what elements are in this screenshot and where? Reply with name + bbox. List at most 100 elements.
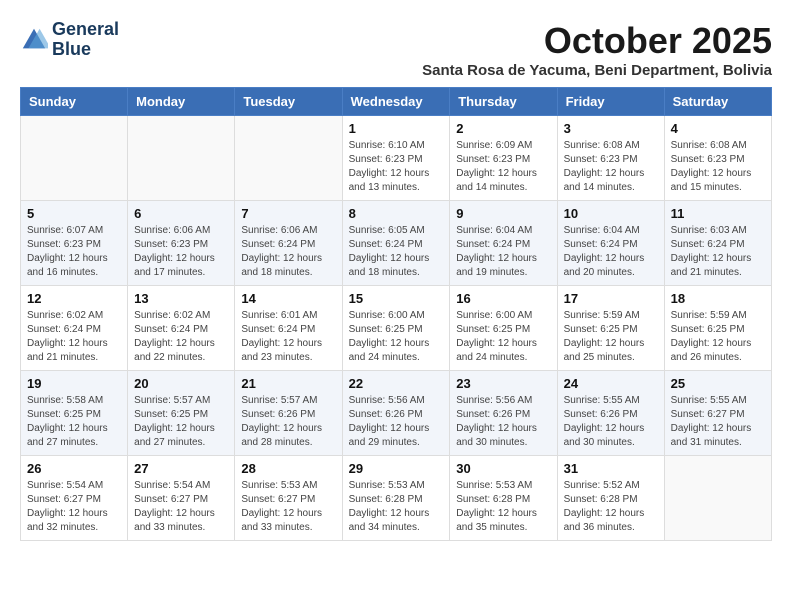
day-info: Sunrise: 6:08 AM Sunset: 6:23 PM Dayligh…: [671, 139, 765, 195]
day-info: Sunrise: 5:58 AM Sunset: 6:25 PM Dayligh…: [27, 394, 121, 450]
day-number: 7: [241, 206, 335, 221]
logo-line2: Blue: [52, 40, 119, 60]
day-number: 16: [456, 291, 550, 306]
calendar-table: SundayMondayTuesdayWednesdayThursdayFrid…: [20, 87, 772, 541]
calendar-cell: 17 Sunrise: 5:59 AM Sunset: 6:25 PM Dayli…: [557, 286, 664, 371]
day-info: Sunrise: 5:56 AM Sunset: 6:26 PM Dayligh…: [349, 394, 444, 450]
logo-line1: General: [52, 20, 119, 40]
calendar-cell: [128, 116, 235, 201]
day-number: 27: [134, 461, 228, 476]
day-info: Sunrise: 6:10 AM Sunset: 6:23 PM Dayligh…: [349, 139, 444, 195]
day-info: Sunrise: 5:53 AM Sunset: 6:28 PM Dayligh…: [349, 479, 444, 535]
day-number: 6: [134, 206, 228, 221]
day-number: 8: [349, 206, 444, 221]
day-info: Sunrise: 6:03 AM Sunset: 6:24 PM Dayligh…: [671, 224, 765, 280]
title-block: October 2025 Santa Rosa de Yacuma, Beni …: [422, 20, 772, 79]
calendar-cell: 26Sunrise: 5:54 AM Sunset: 6:27 PM Dayli…: [21, 456, 128, 541]
day-info: Sunrise: 6:07 AM Sunset: 6:23 PM Dayligh…: [27, 224, 121, 280]
page-header: General Blue October 2025 Santa Rosa de …: [20, 20, 772, 79]
day-number: 30: [456, 461, 550, 476]
day-number: 26: [27, 461, 121, 476]
day-number: 3: [564, 121, 658, 136]
calendar-cell: 29 Sunrise: 5:53 AM Sunset: 6:28 PM Dayli…: [342, 456, 450, 541]
calendar-cell: 24 Sunrise: 5:55 AM Sunset: 6:26 PM Dayli…: [557, 371, 664, 456]
day-info: Sunrise: 5:55 AM Sunset: 6:26 PM Dayligh…: [564, 394, 658, 450]
day-number: 23: [456, 376, 550, 391]
day-number: 19: [27, 376, 121, 391]
day-info: Sunrise: 6:08 AM Sunset: 6:23 PM Dayligh…: [564, 139, 658, 195]
day-info: Sunrise: 6:01 AM Sunset: 6:24 PM Dayligh…: [241, 309, 335, 365]
weekday-header: Monday: [128, 88, 235, 116]
weekday-header: Thursday: [450, 88, 557, 116]
calendar-cell: 20Sunrise: 5:57 AM Sunset: 6:25 PM Dayli…: [128, 371, 235, 456]
weekday-header: Friday: [557, 88, 664, 116]
day-number: 9: [456, 206, 550, 221]
day-number: 1: [349, 121, 444, 136]
day-number: 14: [241, 291, 335, 306]
calendar-week-row: 19 Sunrise: 5:58 AM Sunset: 6:25 PM Dayli…: [21, 371, 772, 456]
calendar-week-row: 1 Sunrise: 6:10 AM Sunset: 6:23 PM Daylig…: [21, 116, 772, 201]
calendar-cell: 18 Sunrise: 5:59 AM Sunset: 6:25 PM Dayli…: [664, 286, 771, 371]
day-number: 5: [27, 206, 121, 221]
day-number: 15: [349, 291, 444, 306]
day-number: 25: [671, 376, 765, 391]
calendar-cell: 2Sunrise: 6:09 AM Sunset: 6:23 PM Daylig…: [450, 116, 557, 201]
day-number: 22: [349, 376, 444, 391]
calendar-cell: 16 Sunrise: 6:00 AM Sunset: 6:25 PM Dayli…: [450, 286, 557, 371]
day-number: 18: [671, 291, 765, 306]
calendar-cell: [664, 456, 771, 541]
day-info: Sunrise: 6:06 AM Sunset: 6:24 PM Dayligh…: [241, 224, 335, 280]
day-info: Sunrise: 5:59 AM Sunset: 6:25 PM Dayligh…: [671, 309, 765, 365]
day-number: 24: [564, 376, 658, 391]
calendar-cell: 1 Sunrise: 6:10 AM Sunset: 6:23 PM Daylig…: [342, 116, 450, 201]
day-info: Sunrise: 5:57 AM Sunset: 6:26 PM Dayligh…: [241, 394, 335, 450]
weekday-header: Wednesday: [342, 88, 450, 116]
calendar-cell: 5 Sunrise: 6:07 AM Sunset: 6:23 PM Daylig…: [21, 201, 128, 286]
day-info: Sunrise: 6:04 AM Sunset: 6:24 PM Dayligh…: [564, 224, 658, 280]
day-info: Sunrise: 5:53 AM Sunset: 6:27 PM Dayligh…: [241, 479, 335, 535]
day-info: Sunrise: 6:06 AM Sunset: 6:23 PM Dayligh…: [134, 224, 228, 280]
location-subtitle: Santa Rosa de Yacuma, Beni Department, B…: [422, 62, 772, 79]
calendar-cell: 30 Sunrise: 5:53 AM Sunset: 6:28 PM Dayli…: [450, 456, 557, 541]
day-info: Sunrise: 6:02 AM Sunset: 6:24 PM Dayligh…: [27, 309, 121, 365]
calendar-cell: 6 Sunrise: 6:06 AM Sunset: 6:23 PM Daylig…: [128, 201, 235, 286]
month-title: October 2025: [422, 20, 772, 62]
calendar-week-row: 26 Sunrise: 5:54 AM Sunset: 6:27 PM Dayli…: [21, 456, 772, 541]
day-info: Sunrise: 6:00 AM Sunset: 6:25 PM Dayligh…: [456, 309, 550, 365]
day-number: 28: [241, 461, 335, 476]
calendar-cell: 31Sunrise: 5:52 AM Sunset: 6:28 PM Dayli…: [557, 456, 664, 541]
calendar-cell: 22 Sunrise: 5:56 AM Sunset: 6:26 PM Dayli…: [342, 371, 450, 456]
calendar-cell: 27 Sunrise: 5:54 AM Sunset: 6:27 PM Dayli…: [128, 456, 235, 541]
day-number: 17: [564, 291, 658, 306]
calendar-week-row: 5 Sunrise: 6:07 AM Sunset: 6:23 PM Daylig…: [21, 201, 772, 286]
day-info: Sunrise: 5:56 AM Sunset: 6:26 PM Dayligh…: [456, 394, 550, 450]
day-number: 31: [564, 461, 658, 476]
calendar-cell: 13Sunrise: 6:02 AM Sunset: 6:24 PM Dayli…: [128, 286, 235, 371]
day-info: Sunrise: 5:53 AM Sunset: 6:28 PM Dayligh…: [456, 479, 550, 535]
day-info: Sunrise: 5:57 AM Sunset: 6:25 PM Dayligh…: [134, 394, 228, 450]
day-info: Sunrise: 6:05 AM Sunset: 6:24 PM Dayligh…: [349, 224, 444, 280]
calendar-cell: 25 Sunrise: 5:55 AM Sunset: 6:27 PM Dayli…: [664, 371, 771, 456]
calendar-cell: 23 Sunrise: 5:56 AM Sunset: 6:26 PM Dayli…: [450, 371, 557, 456]
calendar-cell: 15 Sunrise: 6:00 AM Sunset: 6:25 PM Dayli…: [342, 286, 450, 371]
day-number: 12: [27, 291, 121, 306]
calendar-cell: 9Sunrise: 6:04 AM Sunset: 6:24 PM Daylig…: [450, 201, 557, 286]
calendar-cell: 7 Sunrise: 6:06 AM Sunset: 6:24 PM Daylig…: [235, 201, 342, 286]
day-info: Sunrise: 5:59 AM Sunset: 6:25 PM Dayligh…: [564, 309, 658, 365]
calendar-cell: 28 Sunrise: 5:53 AM Sunset: 6:27 PM Dayli…: [235, 456, 342, 541]
calendar-week-row: 12 Sunrise: 6:02 AM Sunset: 6:24 PM Dayli…: [21, 286, 772, 371]
calendar-cell: 3 Sunrise: 6:08 AM Sunset: 6:23 PM Daylig…: [557, 116, 664, 201]
calendar-cell: 19 Sunrise: 5:58 AM Sunset: 6:25 PM Dayli…: [21, 371, 128, 456]
day-info: Sunrise: 6:00 AM Sunset: 6:25 PM Dayligh…: [349, 309, 444, 365]
day-info: Sunrise: 5:54 AM Sunset: 6:27 PM Dayligh…: [134, 479, 228, 535]
calendar-cell: 12 Sunrise: 6:02 AM Sunset: 6:24 PM Dayli…: [21, 286, 128, 371]
day-info: Sunrise: 5:55 AM Sunset: 6:27 PM Dayligh…: [671, 394, 765, 450]
calendar-cell: 21Sunrise: 5:57 AM Sunset: 6:26 PM Dayli…: [235, 371, 342, 456]
logo: General Blue: [20, 20, 119, 60]
weekday-header: Tuesday: [235, 88, 342, 116]
calendar-cell: [21, 116, 128, 201]
calendar-cell: 10Sunrise: 6:04 AM Sunset: 6:24 PM Dayli…: [557, 201, 664, 286]
day-number: 29: [349, 461, 444, 476]
calendar-header-row: SundayMondayTuesdayWednesdayThursdayFrid…: [21, 88, 772, 116]
calendar-cell: 8 Sunrise: 6:05 AM Sunset: 6:24 PM Daylig…: [342, 201, 450, 286]
